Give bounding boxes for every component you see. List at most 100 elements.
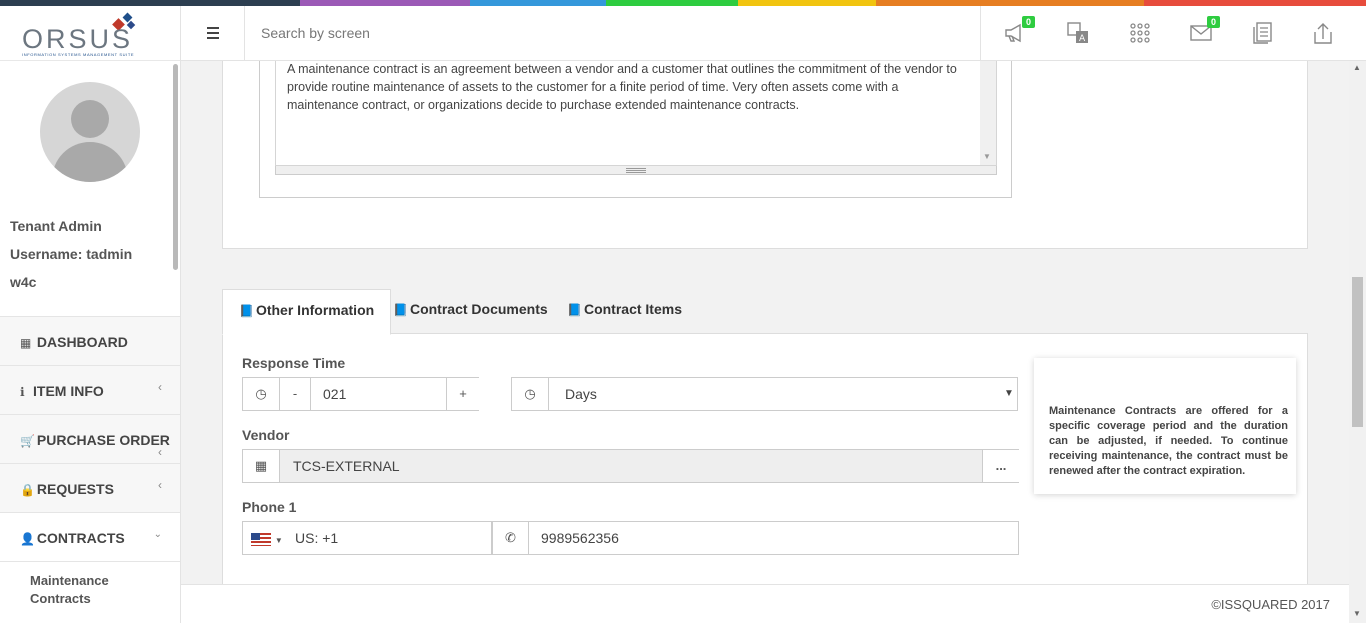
select-caret-icon: ▼	[1004, 388, 1014, 399]
hamburger-icon	[207, 27, 219, 42]
apps-button[interactable]	[1127, 20, 1153, 46]
user-username: Username: tadmin	[10, 246, 133, 262]
info-text: Maintenance Contracts are offered for a …	[1049, 405, 1288, 477]
phone-icon: ✆	[493, 522, 529, 554]
chevron-left-icon: ‹	[158, 380, 162, 394]
country-code-value: US: +1	[295, 530, 339, 546]
us-flag-icon	[251, 532, 271, 546]
upload-button[interactable]	[1310, 20, 1336, 46]
response-time-label: Response Time	[242, 355, 346, 371]
caret-down-icon: ▼	[274, 536, 283, 545]
sidebar: ORSUS INFORMATION SYSTEMS MANAGEMENT SUI…	[0, 6, 181, 623]
info-icon: ℹ	[20, 385, 25, 399]
sidebar-subitem-maintenance-contracts[interactable]: Maintenance Contracts	[0, 561, 180, 617]
notifications-badge: 0	[1021, 16, 1035, 28]
translate-button[interactable]: A	[1065, 20, 1091, 46]
country-code-field[interactable]: ▼ US: +1	[242, 521, 492, 555]
menu-toggle-button[interactable]	[181, 6, 245, 61]
clock-icon: ◷	[512, 378, 549, 410]
avatar-body-icon	[52, 142, 128, 182]
vendor-label: Vendor	[242, 427, 290, 443]
tab-contract-items[interactable]: 📘 Contract Items	[551, 289, 698, 335]
tab-label: Other Information	[255, 302, 375, 318]
avatar	[40, 82, 140, 182]
sidebar-item-contracts[interactable]: 👤 CONTRACTS ⌄	[0, 512, 180, 561]
response-time-stepper: ◷ - 021 +	[242, 377, 479, 411]
scroll-up-icon[interactable]: ▲	[1353, 63, 1361, 72]
vendor-value: TCS-EXTERNAL	[293, 458, 400, 474]
messages-button[interactable]: 0	[1188, 16, 1220, 46]
editor-scrollbar[interactable]: ▲ ▼	[980, 61, 996, 165]
book-icon: 📘	[239, 304, 254, 318]
svg-text:A: A	[1079, 34, 1086, 44]
copyright: ©ISSQUARED 2017	[1211, 597, 1330, 612]
response-unit-select[interactable]: ◷ Days ▼	[511, 377, 1018, 411]
grid-icon	[1130, 23, 1150, 43]
building-icon: ▦	[243, 450, 280, 482]
sidebar-item-label: PURCHASE ORDER	[36, 432, 170, 448]
decrement-button[interactable]: -	[280, 378, 311, 410]
main-content: A maintenance contract is an agreement b…	[181, 61, 1366, 623]
sidebar-item-purchase-order[interactable]: 🛒 PURCHASE ORDER ‹	[0, 414, 180, 463]
page-scrollbar-thumb[interactable]	[1352, 277, 1363, 427]
documents-icon	[1253, 22, 1272, 44]
description-text: A maintenance contract is an agreement b…	[287, 62, 957, 112]
dashboard-icon: ▦	[20, 336, 32, 350]
user-role: Tenant Admin	[10, 218, 102, 234]
response-time-input[interactable]: 021	[323, 378, 346, 410]
contract-tabs: 📘 Other Information 📘 Contract Documents 📘…	[222, 289, 1308, 335]
sidebar-item-item-info[interactable]: ℹ ITEM INFO ‹	[0, 365, 180, 414]
sidebar-scrollbar[interactable]	[173, 64, 178, 270]
description-panel: A maintenance contract is an agreement b…	[222, 61, 1308, 249]
logo[interactable]: ORSUS INFORMATION SYSTEMS MANAGEMENT SUI…	[0, 6, 180, 61]
tab-label: Contract Documents	[409, 301, 548, 317]
vendor-field: ▦ TCS-EXTERNAL ...	[242, 449, 1019, 483]
tab-contract-documents[interactable]: 📘 Contract Documents	[377, 289, 564, 335]
translate-icon: A	[1067, 22, 1088, 44]
footer: ©ISSQUARED 2017	[181, 584, 1349, 623]
scroll-down-icon[interactable]: ▼	[1353, 609, 1361, 618]
sidebar-subitem-label: Maintenance Contracts	[30, 573, 109, 606]
sidebar-item-dashboard[interactable]: ▦ DASHBOARD	[0, 316, 180, 365]
user-tenant: w4c	[10, 274, 37, 290]
top-header: 0 A 0	[181, 6, 1366, 61]
vendor-lookup-button[interactable]: ...	[982, 450, 1019, 482]
documents-button[interactable]	[1250, 20, 1276, 46]
description-textarea[interactable]: A maintenance contract is an agreement b…	[275, 61, 997, 166]
logo-text: ORSUS	[22, 24, 134, 54]
sidebar-item-label: ITEM INFO	[33, 383, 104, 399]
lock-icon: 🔒	[20, 483, 35, 497]
book-icon: 📘	[567, 303, 582, 317]
search-input[interactable]	[261, 22, 961, 44]
sidebar-item-requests[interactable]: 🔒 REQUESTS ‹	[0, 463, 180, 512]
sidebar-item-label: DASHBOARD	[36, 334, 128, 350]
phone1-input[interactable]: 9989562356	[541, 522, 619, 554]
user-icon: 👤	[20, 532, 35, 546]
increment-button[interactable]: +	[446, 378, 479, 410]
phone1-label: Phone 1	[242, 499, 297, 515]
info-card: Maintenance Contracts are offered for a …	[1034, 358, 1296, 494]
phone1-field[interactable]: ✆ 9989562356	[492, 521, 1019, 555]
logo-tagline: INFORMATION SYSTEMS MANAGEMENT SUITE	[22, 52, 135, 57]
book-icon: 📘	[393, 303, 408, 317]
avatar-head-icon	[71, 100, 109, 138]
chevron-left-icon: ‹	[158, 445, 162, 459]
page-scrollbar[interactable]: ▲ ▼	[1349, 61, 1366, 623]
upload-icon	[1314, 23, 1332, 44]
country-selector[interactable]: ▼	[251, 522, 283, 554]
announcements-button[interactable]: 0	[1003, 16, 1035, 46]
scroll-down-icon[interactable]: ▼	[983, 152, 991, 161]
sidebar-item-label: CONTRACTS	[36, 530, 125, 546]
chevron-left-icon: ‹	[158, 478, 162, 492]
editor-resize-handle[interactable]	[275, 166, 997, 175]
header-toolbar: 0 A 0	[980, 6, 1366, 61]
response-unit-value: Days	[565, 386, 597, 402]
chevron-down-icon: ⌄	[153, 529, 162, 540]
description-editor: A maintenance contract is an agreement b…	[259, 61, 1012, 198]
tab-other-information[interactable]: 📘 Other Information	[222, 289, 392, 335]
scroll-up-icon[interactable]: ▲	[983, 61, 991, 63]
sidebar-menu: ▦ DASHBOARD ℹ ITEM INFO ‹ 🛒 PURCHASE ORDE…	[0, 316, 180, 617]
tab-label: Contract Items	[583, 301, 682, 317]
clock-icon: ◷	[243, 378, 280, 410]
cart-icon: 🛒	[20, 434, 35, 448]
